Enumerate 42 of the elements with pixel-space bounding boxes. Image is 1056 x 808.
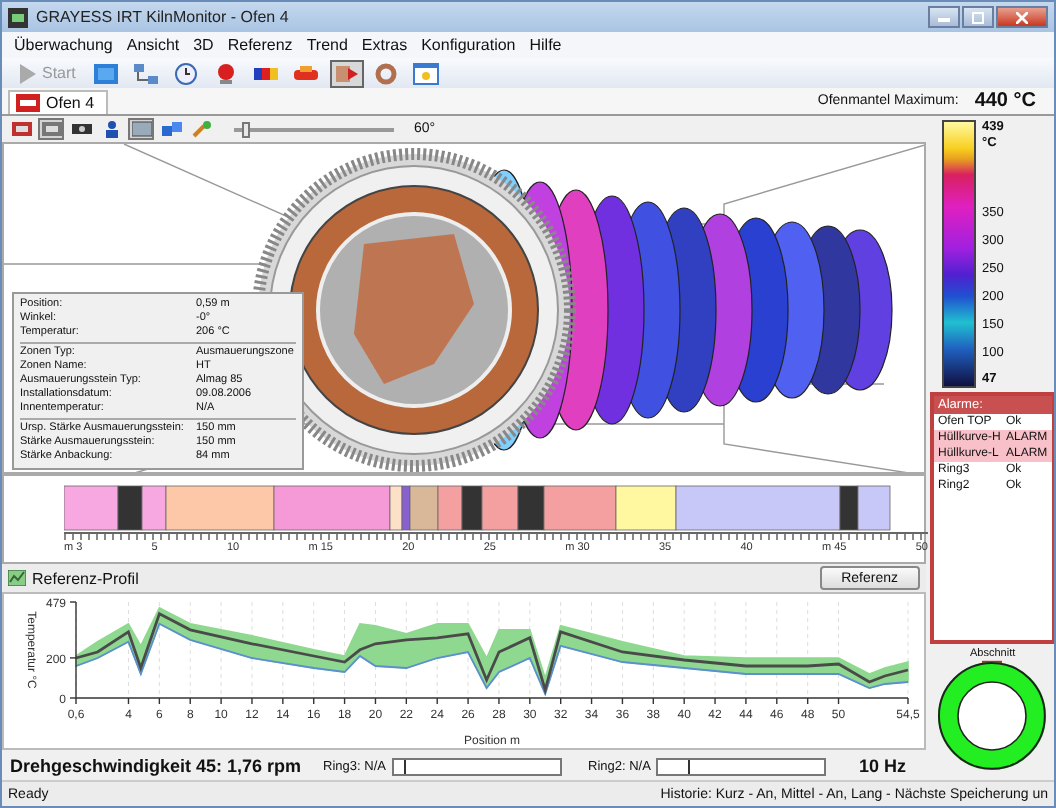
close-icon — [1016, 11, 1028, 23]
menu-item[interactable]: Überwachung — [14, 36, 113, 54]
menu-item[interactable]: Konfiguration — [421, 36, 516, 54]
kiln-view-button[interactable] — [8, 118, 34, 140]
play-icon — [18, 63, 36, 83]
cubes-icon — [161, 120, 181, 138]
menu-item[interactable]: Hilfe — [529, 36, 562, 54]
brush-view-button[interactable] — [188, 118, 214, 140]
screen-tool-button[interactable] — [89, 59, 124, 87]
menu-item[interactable]: Extras — [361, 36, 408, 54]
slider-thumb[interactable] — [242, 121, 250, 137]
window-title: GRAYESS IRT KilnMonitor - Ofen 4 — [36, 8, 289, 26]
close-button[interactable] — [996, 6, 1048, 28]
window-tool-button[interactable] — [409, 59, 444, 87]
network-tool-button[interactable] — [129, 59, 164, 87]
y-axis — [69, 601, 77, 699]
screen-view-button[interactable] — [128, 118, 154, 140]
menu-item[interactable]: Trend — [306, 36, 348, 54]
menu-item[interactable]: 3D — [193, 36, 214, 54]
brush-icon — [191, 120, 211, 138]
rotation-speed: Drehgeschwindigkeit 45: 1,76 rpm — [10, 756, 302, 776]
tab[interactable]: Ofen 4 — [8, 90, 109, 114]
camera-icon — [71, 120, 91, 138]
section-title: Referenz-Profil — [32, 569, 139, 587]
maximize-button[interactable] — [962, 6, 994, 28]
app-logo-icon — [8, 7, 28, 27]
minimize-icon — [938, 13, 950, 21]
cubes-view-button[interactable] — [158, 118, 184, 140]
ring-icon — [372, 61, 401, 85]
camera-view-button[interactable] — [68, 118, 94, 140]
screen-icon — [131, 120, 151, 138]
chart-icon — [8, 570, 26, 586]
person-icon — [101, 120, 121, 138]
menu-item[interactable]: Ansicht — [126, 36, 180, 54]
shell-max-value: 440 °C — [974, 90, 1036, 112]
menu-item[interactable]: Referenz — [227, 36, 293, 54]
screen-icon — [92, 61, 121, 85]
sample-rate: 10 Hz — [858, 756, 906, 776]
network-icon — [132, 61, 161, 85]
minimize-button[interactable] — [928, 6, 960, 28]
maximize-icon — [972, 11, 984, 23]
ring-section-drawing — [938, 660, 1047, 772]
